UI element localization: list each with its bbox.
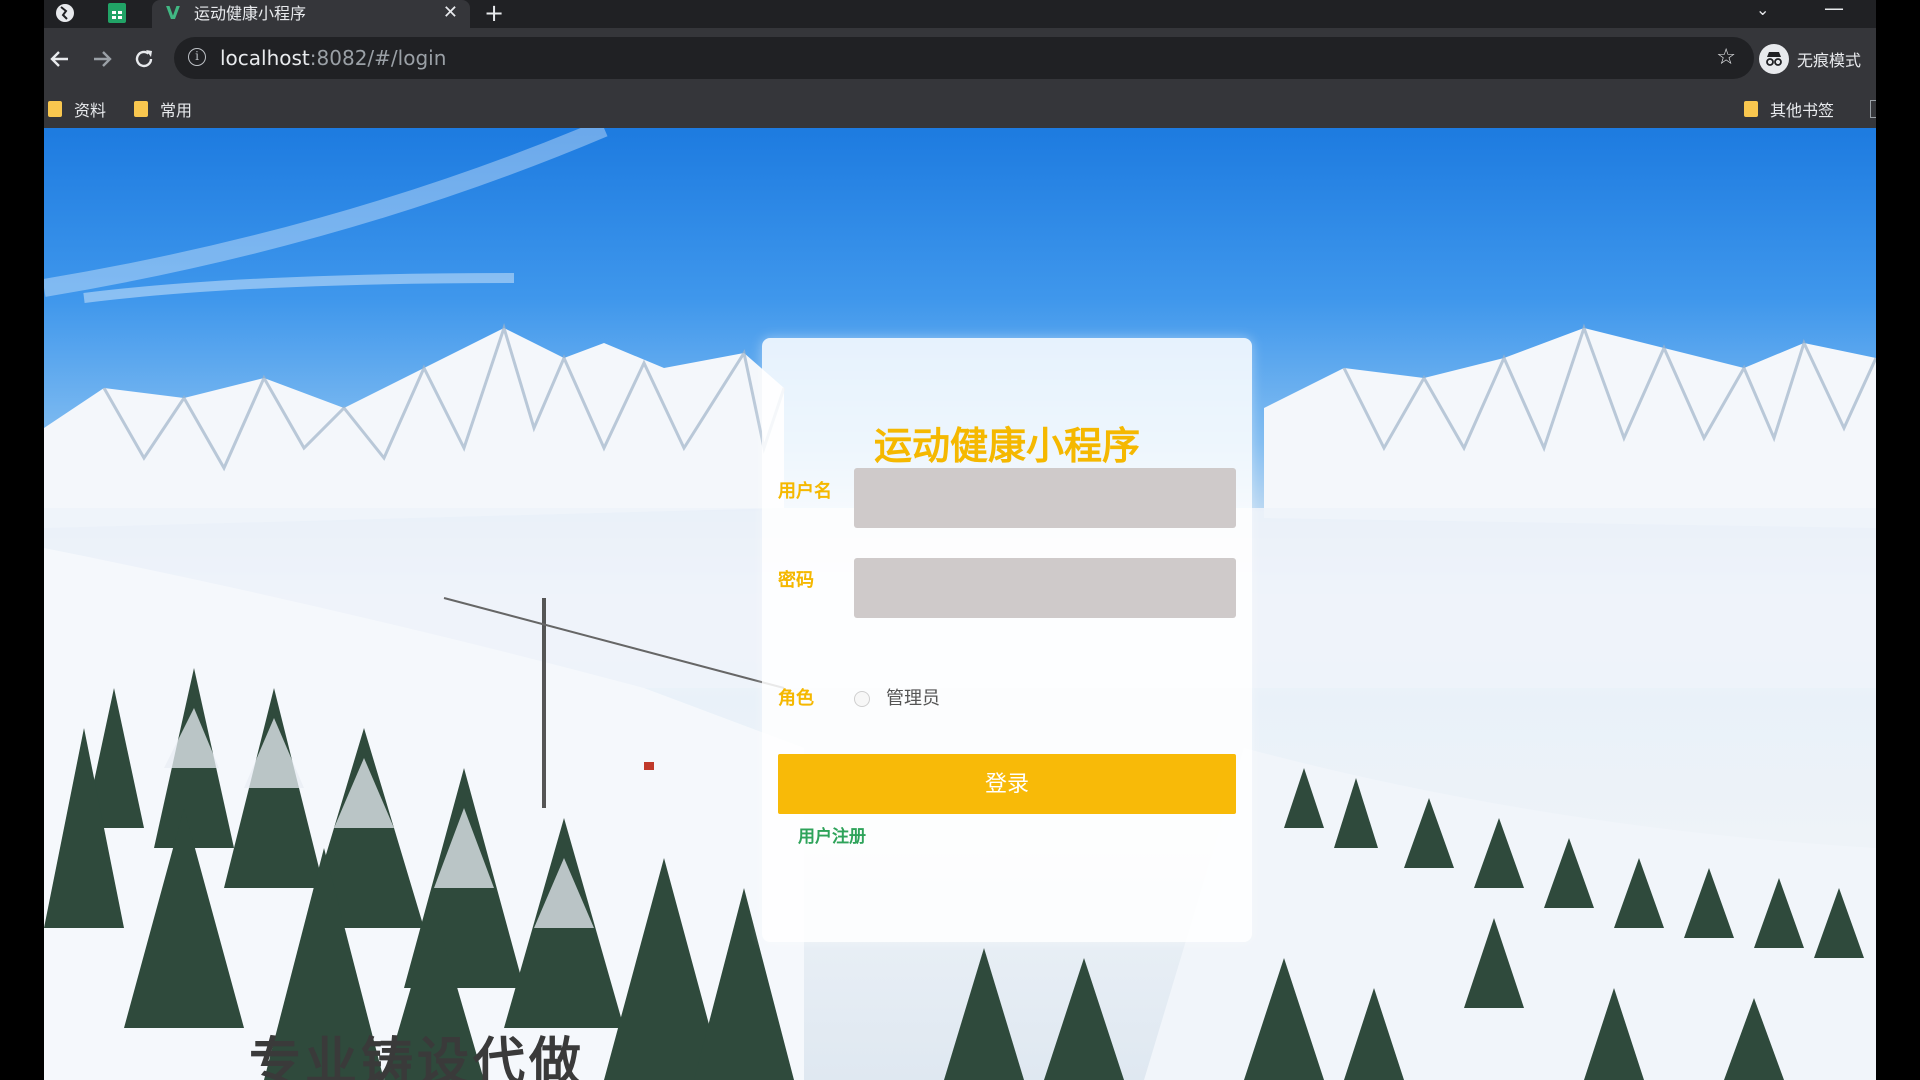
- chevron-down-icon[interactable]: ⌄: [1756, 0, 1769, 19]
- folder-icon: [48, 101, 62, 117]
- address-bar[interactable]: i localhost:8082/#/login ☆: [174, 37, 1754, 79]
- password-input[interactable]: [854, 558, 1236, 618]
- username-input[interactable]: [854, 468, 1236, 528]
- globe-icon[interactable]: [54, 2, 76, 24]
- role-option-admin[interactable]: 管理员: [886, 688, 940, 710]
- bookmark-label: 常用: [160, 101, 193, 120]
- bookmark-folder[interactable]: 资料: [48, 98, 106, 120]
- info-icon[interactable]: i: [188, 48, 206, 66]
- minimize-button[interactable]: —: [1824, 0, 1844, 20]
- incognito-icon: [1759, 44, 1789, 74]
- tab-bar: V 运动健康小程序 ✕ + ⌄ —: [44, 0, 1876, 28]
- bookmark-star-icon[interactable]: ☆: [1716, 45, 1736, 70]
- bookmark-label: 资料: [74, 101, 107, 120]
- folder-icon: [1744, 101, 1758, 117]
- sheet-app-icon[interactable]: [106, 2, 128, 24]
- other-bookmarks-label: 其他书签: [1770, 101, 1835, 120]
- register-link[interactable]: 用户注册: [798, 826, 866, 848]
- password-label: 密码: [778, 570, 814, 591]
- role-label: 角色: [778, 688, 814, 709]
- incognito-label: 无痕模式: [1797, 51, 1862, 70]
- screen-frame: V 运动健康小程序 ✕ + ⌄ — i localhost:8082/#/log…: [0, 0, 1920, 1080]
- bookmarks-bar: 资料 常用 其他书签: [44, 90, 1876, 128]
- close-icon[interactable]: ✕: [443, 3, 458, 23]
- page-title: 运动健康小程序: [873, 424, 1140, 468]
- login-button[interactable]: 登录: [778, 754, 1236, 814]
- forward-button[interactable]: [86, 43, 118, 75]
- url-text[interactable]: localhost:8082/#/login: [220, 46, 446, 70]
- reading-list-icon[interactable]: [1870, 100, 1876, 118]
- username-label: 用户名: [778, 481, 832, 502]
- other-bookmarks-folder[interactable]: 其他书签: [1744, 98, 1834, 120]
- vue-icon: V: [166, 3, 180, 24]
- browser-window: V 运动健康小程序 ✕ + ⌄ — i localhost:8082/#/log…: [44, 0, 1876, 1080]
- incognito-profile[interactable]: 无痕模式: [1759, 42, 1861, 76]
- role-radio[interactable]: [854, 691, 870, 707]
- toolbar: i localhost:8082/#/login ☆ 无痕模式: [44, 28, 1876, 90]
- folder-icon: [134, 101, 148, 117]
- background-caption: 专业铸设代做: [249, 1033, 586, 1080]
- back-button[interactable]: [44, 43, 76, 75]
- reload-button[interactable]: [128, 43, 160, 75]
- tab-active[interactable]: V 运动健康小程序 ✕: [152, 0, 470, 28]
- login-card: 运动健康小程序 用户名 密码 角色 管理员 登录 用户注册: [762, 338, 1252, 942]
- new-tab-button[interactable]: +: [484, 0, 504, 26]
- bookmark-folder[interactable]: 常用: [134, 98, 192, 120]
- tab-title: 运动健康小程序: [194, 4, 307, 23]
- login-page: 专业铸设代做 运动健康小程序 用户名 密码 角色 管理员 登录 用户注册: [44, 128, 1876, 1080]
